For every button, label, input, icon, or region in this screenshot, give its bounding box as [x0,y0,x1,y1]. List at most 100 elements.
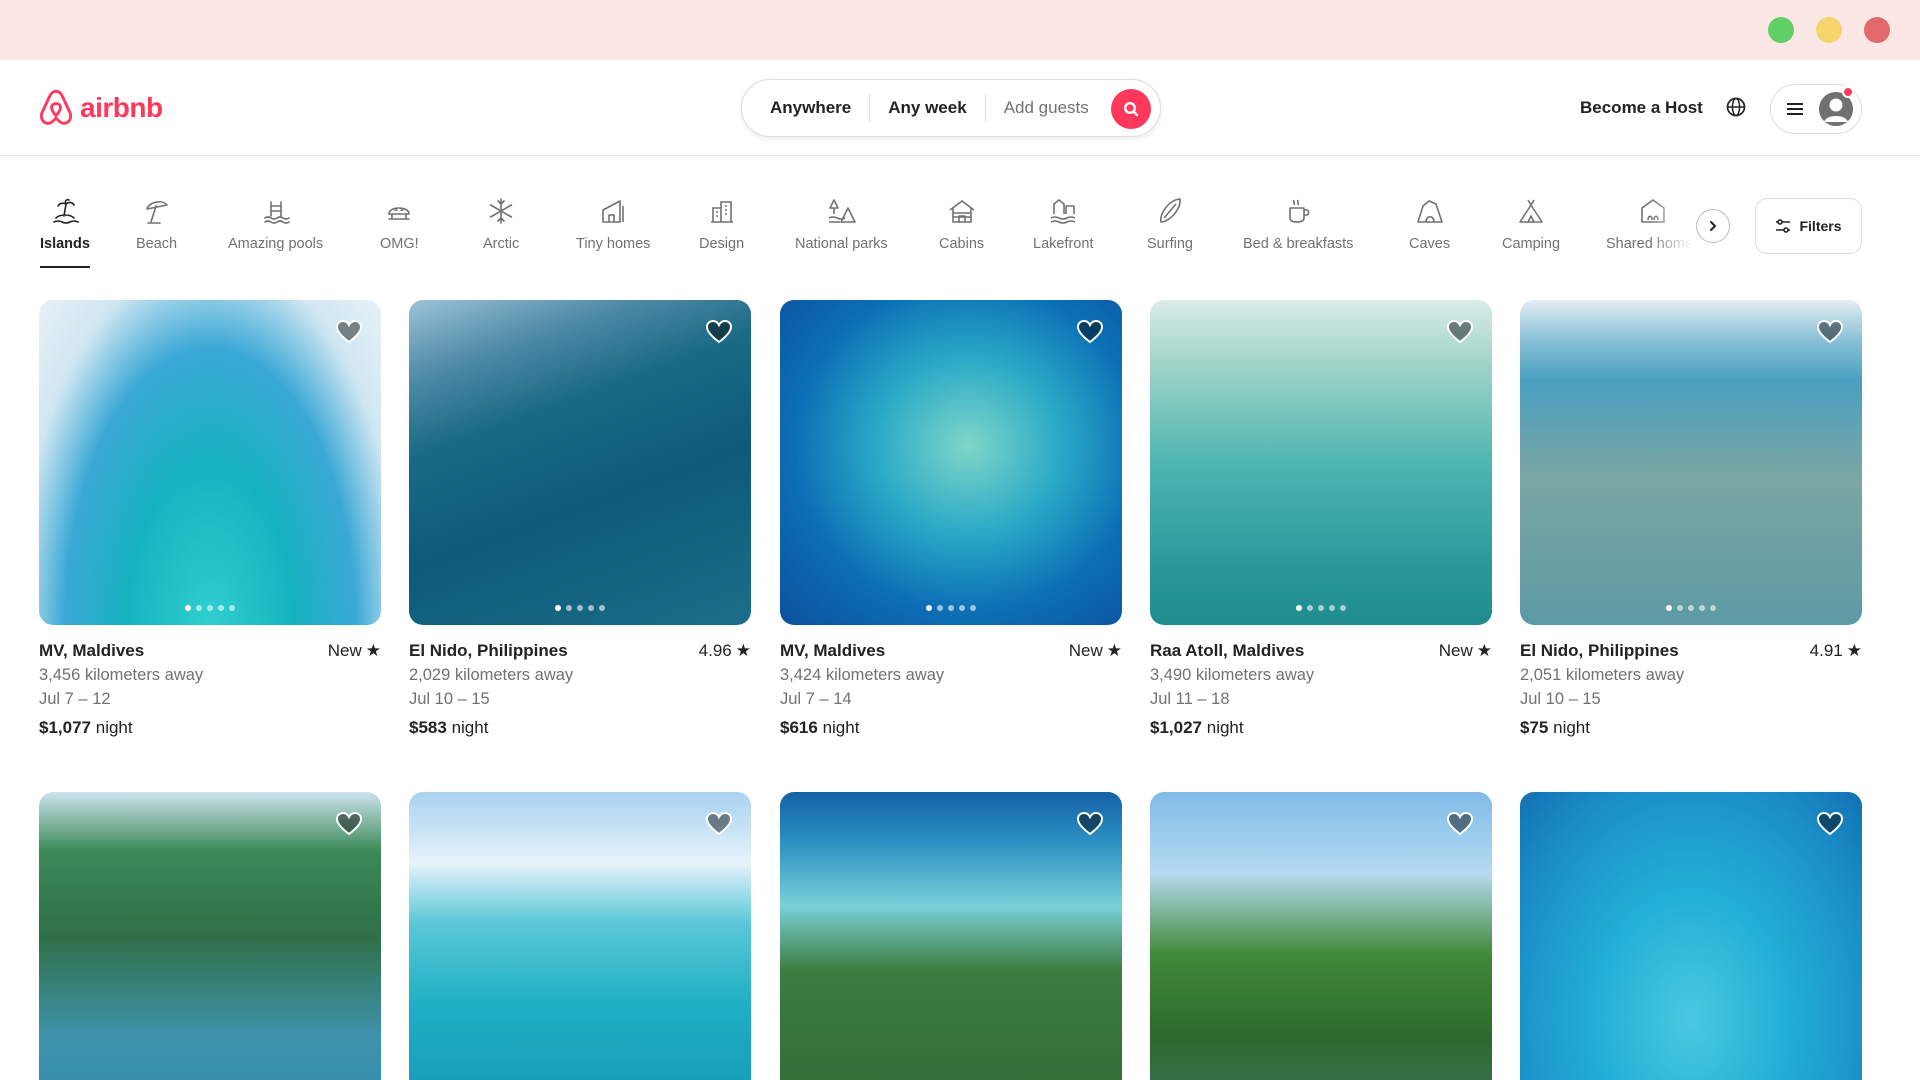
listing-photo[interactable] [780,300,1122,625]
filters-button[interactable]: Filters [1755,198,1862,254]
surfboard-icon [1159,198,1181,223]
category-label: Arctic [483,236,520,252]
listing-photo[interactable] [780,792,1122,1080]
category-islands[interactable]: Islands [40,196,90,268]
listing-card[interactable] [780,792,1122,1080]
maximize-button[interactable] [1768,17,1794,43]
listing-photo[interactable] [1520,300,1862,625]
rating-value: 4.91 [1809,641,1843,660]
listing-dates: Jul 7 – 12 [39,690,111,708]
heart-icon[interactable] [335,318,363,346]
listing-card[interactable]: Raa Atoll, Maldives New ★ 3,490 kilometer… [1150,300,1492,738]
window-controls [1768,17,1890,43]
category-arctic[interactable]: Arctic [483,196,519,252]
listing-dates: Jul 7 – 14 [780,690,852,708]
listing-distance: 2,051 kilometers away [1520,666,1685,684]
cabin-icon [949,200,975,223]
category-camping[interactable]: Camping [1502,196,1560,252]
category-label: Amazing pools [228,236,324,252]
window-title-bar [0,0,1920,60]
logo-text: airbnb [80,92,163,123]
beach-icon [145,200,168,224]
airbnb-logo-icon [39,89,73,125]
category-caves[interactable]: Caves [1409,196,1450,252]
star-icon: ★ [365,641,381,660]
listing-photo[interactable] [1150,300,1492,625]
star-icon: ★ [1476,641,1492,660]
tiny-home-icon [602,200,625,223]
category-label: Camping [1502,236,1561,252]
category-lakefront[interactable]: Lakefront [1033,196,1093,252]
listing-price: $1,077 night [39,718,381,738]
rating-value: 4.96 [698,641,732,660]
category-beach[interactable]: Beach [136,196,177,252]
category-omg[interactable]: OMG! [380,196,419,252]
listing-photo[interactable] [39,300,381,625]
listing-photo[interactable] [409,792,751,1080]
heart-icon[interactable] [1816,318,1844,346]
heart-icon[interactable] [1076,810,1104,838]
snowflake-icon [489,198,513,224]
category-label: Tiny homes [576,236,651,252]
search-any-week[interactable]: Any week [888,98,966,118]
close-button[interactable] [1864,17,1890,43]
price-value: $1,027 [1150,718,1202,737]
search-add-guests[interactable]: Add guests [1004,98,1089,118]
pool-icon [263,201,290,224]
coffee-icon [1289,199,1310,223]
rating-value: New [1068,641,1103,660]
search-bar[interactable]: Anywhere Any week Add guests [741,79,1161,137]
listing-card[interactable]: El Nido, Philippines 4.96 ★ 2,029 kilomet… [409,300,751,738]
category-next-button[interactable] [1696,209,1730,243]
heart-icon[interactable] [1816,810,1844,838]
airbnb-logo[interactable]: airbnb [38,88,163,128]
search-button[interactable] [1111,89,1151,129]
listing-photo[interactable] [1520,792,1862,1080]
search-anywhere[interactable]: Anywhere [770,98,851,118]
heart-icon[interactable] [1446,318,1474,346]
heart-icon[interactable] [1446,810,1474,838]
star-icon: ★ [1106,641,1122,660]
listing-card[interactable]: El Nido, Philippines 4.91 ★ 2,051 kilomet… [1520,300,1862,738]
category-label: Design [699,236,745,252]
minimize-button[interactable] [1816,17,1842,43]
listing-card[interactable]: MV, Maldives New ★ 3,456 kilometers away … [39,300,381,738]
category-design[interactable]: Design [699,196,744,252]
cave-icon [1416,200,1443,223]
listing-distance: 3,490 kilometers away [1150,666,1315,684]
listing-card[interactable] [1150,792,1492,1080]
category-cabins[interactable]: Cabins [939,196,984,252]
listing-photo[interactable] [409,300,751,625]
listing-dates: Jul 10 – 15 [409,690,490,708]
listing-distance: 2,029 kilometers away [409,666,574,684]
category-amazing-pools[interactable]: Amazing pools [228,196,323,252]
heart-icon[interactable] [335,810,363,838]
listing-photo[interactable] [1150,792,1492,1080]
listing-card[interactable]: MV, Maldives New ★ 3,424 kilometers away … [780,300,1122,738]
category-label: Caves [1409,236,1451,252]
site-header: airbnb Anywhere Any week Add guests Beco… [0,60,1920,156]
category-surfing[interactable]: Surfing [1147,196,1193,252]
listing-photo[interactable] [39,792,381,1080]
heart-icon[interactable] [705,318,733,346]
become-host-link[interactable]: Become a Host [1580,98,1703,118]
listing-info: Raa Atoll, Maldives New ★ 3,490 kilometer… [1150,641,1492,738]
listing-card[interactable] [1520,792,1862,1080]
listing-dates: Jul 10 – 15 [1520,690,1601,708]
listing-info: El Nido, Philippines 4.96 ★ 2,029 kilomet… [409,641,751,738]
category-tiny-homes[interactable]: Tiny homes [576,196,650,252]
omg-icon [388,207,411,220]
search-divider [984,94,986,122]
price-value: $75 [1520,718,1549,737]
listing-card[interactable] [409,792,751,1080]
globe-icon[interactable] [1725,96,1747,118]
star-icon: ★ [1846,641,1862,660]
heart-icon[interactable] [705,810,733,838]
listing-info: El Nido, Philippines 4.91 ★ 2,051 kilomet… [1520,641,1862,738]
notification-dot [1842,86,1854,98]
category-label: Beach [136,236,178,252]
listing-card[interactable] [39,792,381,1080]
category-bed-breakfasts[interactable]: Bed & breakfasts [1243,196,1353,252]
category-national-parks[interactable]: National parks [795,196,888,252]
heart-icon[interactable] [1076,318,1104,346]
